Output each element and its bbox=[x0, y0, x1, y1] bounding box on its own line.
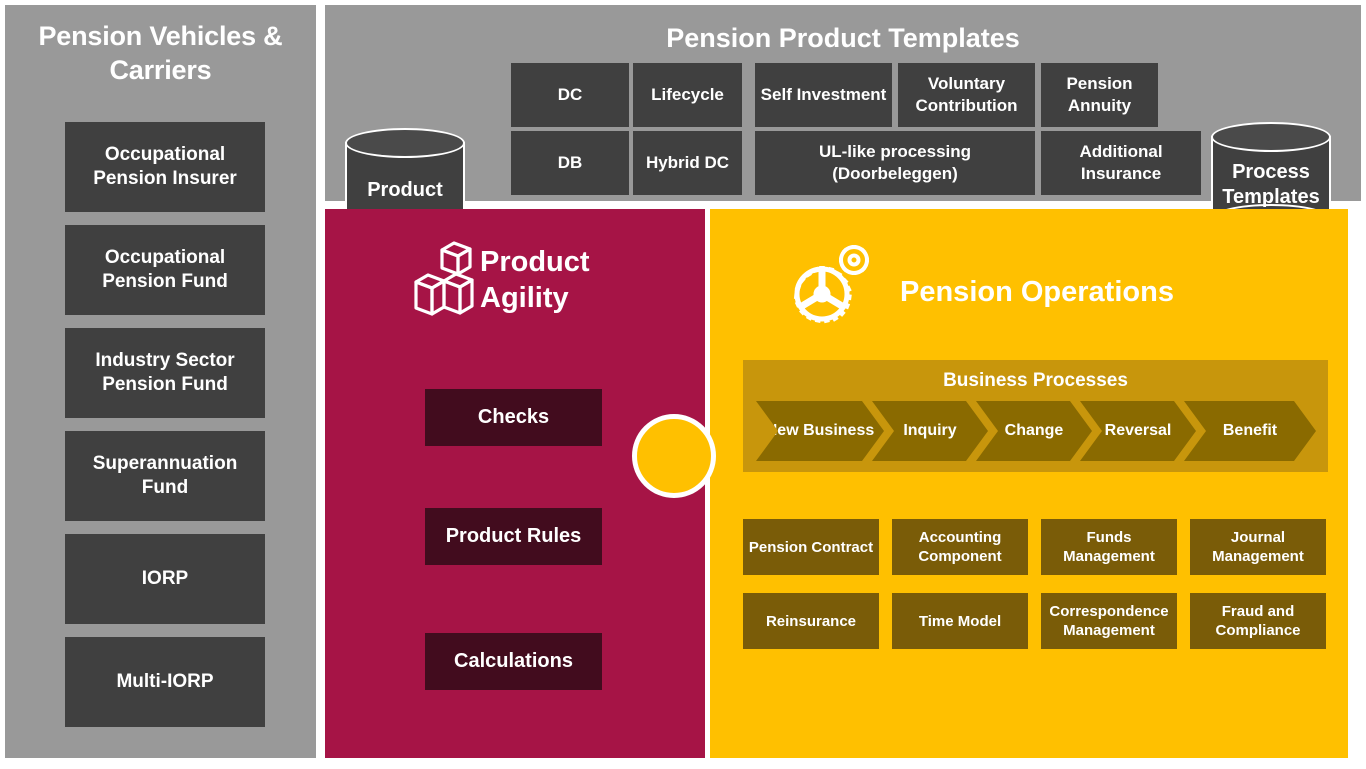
product-template-box[interactable]: Voluntary Contribution bbox=[898, 63, 1035, 127]
product-template-box[interactable]: Self Investment bbox=[755, 63, 892, 127]
agility-button[interactable]: Product Rules bbox=[425, 508, 602, 565]
operations-header: Pension Operations bbox=[710, 234, 1348, 334]
operations-component-box[interactable]: Time Model bbox=[892, 593, 1028, 649]
product-template-box[interactable]: Pension Annuity bbox=[1041, 63, 1158, 127]
cylinder-top bbox=[1211, 122, 1331, 152]
vehicle-box[interactable]: Occupational Pension Fund bbox=[65, 225, 265, 315]
diagram-canvas: Pension Vehicles & Carriers Occupational… bbox=[0, 0, 1366, 769]
header-title: Pension Product Templates bbox=[666, 23, 1020, 53]
vehicle-box[interactable]: Superannuation Fund bbox=[65, 431, 265, 521]
business-process-step[interactable]: Benefit bbox=[1184, 401, 1316, 461]
product-templates-header: Pension Product Templates DC Lifecycle Sel… bbox=[325, 5, 1361, 201]
operations-component-box[interactable]: Journal Management bbox=[1190, 519, 1326, 575]
agility-header: Product Agility bbox=[325, 234, 705, 334]
product-template-box[interactable]: Additional Insurance bbox=[1041, 131, 1201, 195]
product-template-box[interactable]: UL-like processing (Doorbeleggen) bbox=[755, 131, 1035, 195]
operations-component-box[interactable]: Correspondence Management bbox=[1041, 593, 1177, 649]
product-template-box[interactable]: DC bbox=[511, 63, 629, 127]
connector-knob bbox=[632, 414, 716, 498]
operations-title: Pension Operations bbox=[900, 276, 1174, 308]
agility-title: Product Agility bbox=[480, 246, 590, 314]
process-cylinder-label: Process Templates bbox=[1222, 161, 1320, 208]
operations-component-box[interactable]: Pension Contract bbox=[743, 519, 879, 575]
vehicle-box[interactable]: Multi-IORP bbox=[65, 637, 265, 727]
vehicle-list: Occupational Pension Insurer Occupational… bbox=[65, 122, 265, 740]
product-template-box[interactable]: Lifecycle bbox=[633, 63, 742, 127]
cylinder-top bbox=[345, 128, 465, 158]
agility-button[interactable]: Calculations bbox=[425, 633, 602, 690]
sidebar-title: Pension Vehicles & Carriers bbox=[38, 21, 283, 85]
operations-component-box[interactable]: Fraud and Compliance bbox=[1190, 593, 1326, 649]
business-processes-chevrons: New Business Inquiry Change Reversal Benefit bbox=[756, 401, 1316, 461]
product-template-box[interactable]: Hybrid DC bbox=[633, 131, 742, 195]
vehicle-box[interactable]: IORP bbox=[65, 534, 265, 624]
pension-operations-panel: Pension Operations Business Processes Ne… bbox=[710, 209, 1348, 758]
vehicle-box[interactable]: Industry Sector Pension Fund bbox=[65, 328, 265, 418]
product-cylinder-label: Product bbox=[367, 179, 443, 201]
operations-component-box[interactable]: Funds Management bbox=[1041, 519, 1177, 575]
business-processes-title: Business Processes bbox=[943, 370, 1128, 391]
gears-icon bbox=[782, 234, 878, 335]
pension-vehicles-sidebar: Pension Vehicles & Carriers Occupational… bbox=[5, 5, 316, 758]
operations-component-box[interactable]: Accounting Component bbox=[892, 519, 1028, 575]
business-process-step[interactable]: Reversal bbox=[1080, 401, 1196, 461]
operations-component-box[interactable]: Reinsurance bbox=[743, 593, 879, 649]
business-process-step[interactable]: New Business bbox=[756, 401, 884, 461]
business-processes-panel: Business Processes New Business Inquiry Ch… bbox=[743, 360, 1328, 472]
cubes-icon bbox=[410, 236, 482, 337]
business-process-step[interactable]: Inquiry bbox=[872, 401, 988, 461]
product-template-box[interactable]: DB bbox=[511, 131, 629, 195]
agility-button[interactable]: Checks bbox=[425, 389, 602, 446]
business-process-step[interactable]: Change bbox=[976, 401, 1092, 461]
vehicle-box[interactable]: Occupational Pension Insurer bbox=[65, 122, 265, 212]
